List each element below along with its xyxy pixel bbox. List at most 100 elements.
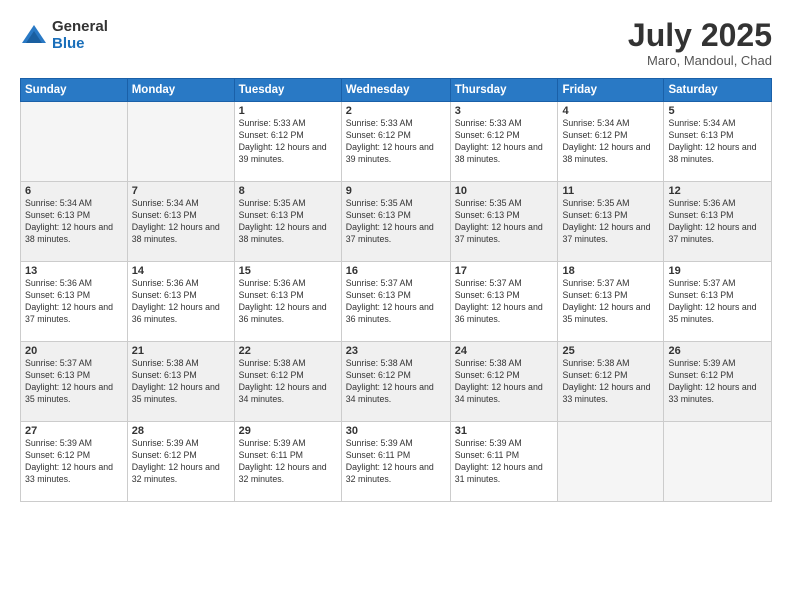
page: General Blue July 2025 Maro, Mandoul, Ch… (0, 0, 792, 612)
title-month: July 2025 (628, 18, 772, 53)
day-info: Sunrise: 5:34 AM Sunset: 6:12 PM Dayligh… (562, 118, 659, 166)
day-info: Sunrise: 5:37 AM Sunset: 6:13 PM Dayligh… (455, 278, 554, 326)
day-number: 10 (455, 185, 554, 197)
day-number: 13 (25, 265, 123, 277)
table-row (21, 102, 128, 182)
day-number: 25 (562, 345, 659, 357)
table-row: 6Sunrise: 5:34 AM Sunset: 6:13 PM Daylig… (21, 182, 128, 262)
day-number: 27 (25, 425, 123, 437)
header-thursday: Thursday (450, 79, 558, 102)
day-info: Sunrise: 5:39 AM Sunset: 6:11 PM Dayligh… (346, 438, 446, 486)
day-number: 5 (668, 105, 767, 117)
table-row: 15Sunrise: 5:36 AM Sunset: 6:13 PM Dayli… (234, 262, 341, 342)
calendar-week-row: 6Sunrise: 5:34 AM Sunset: 6:13 PM Daylig… (21, 182, 772, 262)
table-row: 26Sunrise: 5:39 AM Sunset: 6:12 PM Dayli… (664, 342, 772, 422)
table-row (558, 422, 664, 502)
day-info: Sunrise: 5:35 AM Sunset: 6:13 PM Dayligh… (455, 198, 554, 246)
day-number: 9 (346, 185, 446, 197)
table-row: 2Sunrise: 5:33 AM Sunset: 6:12 PM Daylig… (341, 102, 450, 182)
day-number: 17 (455, 265, 554, 277)
header-friday: Friday (558, 79, 664, 102)
table-row: 3Sunrise: 5:33 AM Sunset: 6:12 PM Daylig… (450, 102, 558, 182)
table-row: 8Sunrise: 5:35 AM Sunset: 6:13 PM Daylig… (234, 182, 341, 262)
table-row: 20Sunrise: 5:37 AM Sunset: 6:13 PM Dayli… (21, 342, 128, 422)
table-row: 27Sunrise: 5:39 AM Sunset: 6:12 PM Dayli… (21, 422, 128, 502)
calendar-week-row: 20Sunrise: 5:37 AM Sunset: 6:13 PM Dayli… (21, 342, 772, 422)
table-row: 5Sunrise: 5:34 AM Sunset: 6:13 PM Daylig… (664, 102, 772, 182)
day-number: 30 (346, 425, 446, 437)
day-number: 1 (239, 105, 337, 117)
day-number: 19 (668, 265, 767, 277)
table-row: 11Sunrise: 5:35 AM Sunset: 6:13 PM Dayli… (558, 182, 664, 262)
table-row: 18Sunrise: 5:37 AM Sunset: 6:13 PM Dayli… (558, 262, 664, 342)
logo-icon (20, 21, 48, 49)
weekday-header-row: Sunday Monday Tuesday Wednesday Thursday… (21, 79, 772, 102)
day-number: 12 (668, 185, 767, 197)
table-row: 16Sunrise: 5:37 AM Sunset: 6:13 PM Dayli… (341, 262, 450, 342)
day-info: Sunrise: 5:33 AM Sunset: 6:12 PM Dayligh… (346, 118, 446, 166)
header-sunday: Sunday (21, 79, 128, 102)
day-info: Sunrise: 5:35 AM Sunset: 6:13 PM Dayligh… (562, 198, 659, 246)
table-row: 30Sunrise: 5:39 AM Sunset: 6:11 PM Dayli… (341, 422, 450, 502)
table-row: 10Sunrise: 5:35 AM Sunset: 6:13 PM Dayli… (450, 182, 558, 262)
day-number: 4 (562, 105, 659, 117)
logo-text: General Blue (52, 18, 108, 53)
day-number: 6 (25, 185, 123, 197)
day-number: 23 (346, 345, 446, 357)
table-row: 4Sunrise: 5:34 AM Sunset: 6:12 PM Daylig… (558, 102, 664, 182)
table-row: 17Sunrise: 5:37 AM Sunset: 6:13 PM Dayli… (450, 262, 558, 342)
day-info: Sunrise: 5:36 AM Sunset: 6:13 PM Dayligh… (239, 278, 337, 326)
day-number: 3 (455, 105, 554, 117)
calendar: Sunday Monday Tuesday Wednesday Thursday… (20, 78, 772, 502)
table-row: 29Sunrise: 5:39 AM Sunset: 6:11 PM Dayli… (234, 422, 341, 502)
day-info: Sunrise: 5:33 AM Sunset: 6:12 PM Dayligh… (239, 118, 337, 166)
day-info: Sunrise: 5:33 AM Sunset: 6:12 PM Dayligh… (455, 118, 554, 166)
table-row: 12Sunrise: 5:36 AM Sunset: 6:13 PM Dayli… (664, 182, 772, 262)
day-info: Sunrise: 5:34 AM Sunset: 6:13 PM Dayligh… (132, 198, 230, 246)
header: General Blue July 2025 Maro, Mandoul, Ch… (20, 18, 772, 68)
logo: General Blue (20, 18, 108, 53)
day-info: Sunrise: 5:37 AM Sunset: 6:13 PM Dayligh… (562, 278, 659, 326)
day-number: 28 (132, 425, 230, 437)
day-info: Sunrise: 5:38 AM Sunset: 6:12 PM Dayligh… (562, 358, 659, 406)
day-number: 20 (25, 345, 123, 357)
table-row: 7Sunrise: 5:34 AM Sunset: 6:13 PM Daylig… (127, 182, 234, 262)
day-info: Sunrise: 5:34 AM Sunset: 6:13 PM Dayligh… (25, 198, 123, 246)
day-info: Sunrise: 5:37 AM Sunset: 6:13 PM Dayligh… (668, 278, 767, 326)
day-number: 2 (346, 105, 446, 117)
day-info: Sunrise: 5:37 AM Sunset: 6:13 PM Dayligh… (25, 358, 123, 406)
table-row: 13Sunrise: 5:36 AM Sunset: 6:13 PM Dayli… (21, 262, 128, 342)
day-info: Sunrise: 5:35 AM Sunset: 6:13 PM Dayligh… (346, 198, 446, 246)
table-row: 21Sunrise: 5:38 AM Sunset: 6:13 PM Dayli… (127, 342, 234, 422)
day-number: 24 (455, 345, 554, 357)
header-saturday: Saturday (664, 79, 772, 102)
day-number: 11 (562, 185, 659, 197)
day-number: 26 (668, 345, 767, 357)
title-location: Maro, Mandoul, Chad (628, 53, 772, 68)
calendar-week-row: 13Sunrise: 5:36 AM Sunset: 6:13 PM Dayli… (21, 262, 772, 342)
day-info: Sunrise: 5:36 AM Sunset: 6:13 PM Dayligh… (132, 278, 230, 326)
table-row: 19Sunrise: 5:37 AM Sunset: 6:13 PM Dayli… (664, 262, 772, 342)
day-info: Sunrise: 5:38 AM Sunset: 6:13 PM Dayligh… (132, 358, 230, 406)
day-number: 29 (239, 425, 337, 437)
table-row: 23Sunrise: 5:38 AM Sunset: 6:12 PM Dayli… (341, 342, 450, 422)
day-info: Sunrise: 5:39 AM Sunset: 6:12 PM Dayligh… (132, 438, 230, 486)
day-number: 15 (239, 265, 337, 277)
day-number: 22 (239, 345, 337, 357)
day-number: 16 (346, 265, 446, 277)
day-info: Sunrise: 5:39 AM Sunset: 6:11 PM Dayligh… (455, 438, 554, 486)
day-info: Sunrise: 5:36 AM Sunset: 6:13 PM Dayligh… (668, 198, 767, 246)
day-info: Sunrise: 5:35 AM Sunset: 6:13 PM Dayligh… (239, 198, 337, 246)
day-info: Sunrise: 5:37 AM Sunset: 6:13 PM Dayligh… (346, 278, 446, 326)
table-row: 24Sunrise: 5:38 AM Sunset: 6:12 PM Dayli… (450, 342, 558, 422)
table-row: 25Sunrise: 5:38 AM Sunset: 6:12 PM Dayli… (558, 342, 664, 422)
day-info: Sunrise: 5:39 AM Sunset: 6:11 PM Dayligh… (239, 438, 337, 486)
day-info: Sunrise: 5:34 AM Sunset: 6:13 PM Dayligh… (668, 118, 767, 166)
day-info: Sunrise: 5:38 AM Sunset: 6:12 PM Dayligh… (455, 358, 554, 406)
day-info: Sunrise: 5:39 AM Sunset: 6:12 PM Dayligh… (668, 358, 767, 406)
day-number: 8 (239, 185, 337, 197)
header-monday: Monday (127, 79, 234, 102)
day-info: Sunrise: 5:36 AM Sunset: 6:13 PM Dayligh… (25, 278, 123, 326)
header-wednesday: Wednesday (341, 79, 450, 102)
calendar-week-row: 27 Sunrise: 5:39 AM Sunset: 6:12 PM Dayli… (21, 422, 772, 502)
